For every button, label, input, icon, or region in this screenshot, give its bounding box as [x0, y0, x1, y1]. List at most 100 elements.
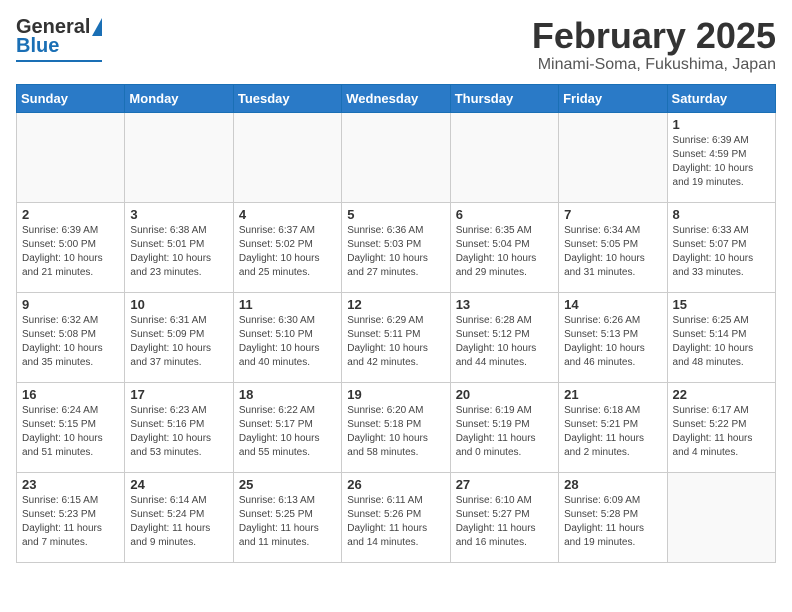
- calendar-cell: 15 Sunrise: 6:25 AM Sunset: 5:14 PM Dayli…: [667, 292, 775, 382]
- calendar-table: SundayMondayTuesdayWednesdayThursdayFrid…: [16, 84, 776, 563]
- weekday-header-row: SundayMondayTuesdayWednesdayThursdayFrid…: [17, 84, 776, 112]
- weekday-header-saturday: Saturday: [667, 84, 775, 112]
- day-number: 10: [130, 297, 227, 312]
- day-info: Sunrise: 6:34 AM Sunset: 5:05 PM Dayligh…: [564, 224, 661, 280]
- calendar-cell: 3 Sunrise: 6:38 AM Sunset: 5:01 PM Daylig…: [125, 202, 233, 292]
- week-row-1: 1Sunrise: 6:39 AM Sunset: 4:59 PM Daylig…: [17, 112, 776, 202]
- logo-underline: [16, 60, 102, 62]
- calendar-cell: [125, 112, 233, 202]
- calendar-cell: [17, 112, 125, 202]
- day-info: Sunrise: 6:11 AM Sunset: 5:26 PM Dayligh…: [347, 494, 444, 550]
- day-number: 23: [22, 477, 119, 492]
- calendar-cell: 25 Sunrise: 6:13 AM Sunset: 5:25 PM Dayli…: [233, 472, 341, 562]
- calendar-cell: 27 Sunrise: 6:10 AM Sunset: 5:27 PM Dayli…: [450, 472, 558, 562]
- calendar-cell: 23Sunrise: 6:15 AM Sunset: 5:23 PM Dayli…: [17, 472, 125, 562]
- day-number: 4: [239, 207, 336, 222]
- weekday-header-wednesday: Wednesday: [342, 84, 450, 112]
- day-info: Sunrise: 6:39 AM Sunset: 5:00 PM Dayligh…: [22, 224, 119, 280]
- calendar-cell: 12 Sunrise: 6:29 AM Sunset: 5:11 PM Dayli…: [342, 292, 450, 382]
- calendar-cell: 1Sunrise: 6:39 AM Sunset: 4:59 PM Daylig…: [667, 112, 775, 202]
- calendar-cell: 22 Sunrise: 6:17 AM Sunset: 5:22 PM Dayli…: [667, 382, 775, 472]
- month-title: February 2025: [532, 16, 776, 56]
- calendar-cell: 11Sunrise: 6:30 AM Sunset: 5:10 PM Dayli…: [233, 292, 341, 382]
- day-number: 27: [456, 477, 553, 492]
- day-number: 17: [130, 387, 227, 402]
- location-title: Minami-Soma, Fukushima, Japan: [532, 56, 776, 74]
- calendar-cell: 24Sunrise: 6:14 AM Sunset: 5:24 PM Dayli…: [125, 472, 233, 562]
- day-info: Sunrise: 6:24 AM Sunset: 5:15 PM Dayligh…: [22, 404, 119, 460]
- day-info: Sunrise: 6:10 AM Sunset: 5:27 PM Dayligh…: [456, 494, 553, 550]
- calendar-cell: 14 Sunrise: 6:26 AM Sunset: 5:13 PM Dayli…: [559, 292, 667, 382]
- day-info: Sunrise: 6:23 AM Sunset: 5:16 PM Dayligh…: [130, 404, 227, 460]
- day-number: 3: [130, 207, 227, 222]
- calendar-cell: 28 Sunrise: 6:09 AM Sunset: 5:28 PM Dayli…: [559, 472, 667, 562]
- day-number: 6: [456, 207, 553, 222]
- day-info: Sunrise: 6:13 AM Sunset: 5:25 PM Dayligh…: [239, 494, 336, 550]
- calendar-cell: 5 Sunrise: 6:36 AM Sunset: 5:03 PM Daylig…: [342, 202, 450, 292]
- day-info: Sunrise: 6:33 AM Sunset: 5:07 PM Dayligh…: [673, 224, 770, 280]
- page-header: General Blue February 2025 Minami-Soma, …: [16, 16, 776, 74]
- calendar-cell: 2 Sunrise: 6:39 AM Sunset: 5:00 PM Daylig…: [17, 202, 125, 292]
- logo: General Blue: [16, 16, 102, 62]
- week-row-4: 16 Sunrise: 6:24 AM Sunset: 5:15 PM Dayli…: [17, 382, 776, 472]
- day-info: Sunrise: 6:28 AM Sunset: 5:12 PM Dayligh…: [456, 314, 553, 370]
- calendar-cell: 7 Sunrise: 6:34 AM Sunset: 5:05 PM Daylig…: [559, 202, 667, 292]
- day-info: Sunrise: 6:30 AM Sunset: 5:10 PM Dayligh…: [239, 314, 336, 370]
- day-number: 5: [347, 207, 444, 222]
- day-number: 28: [564, 477, 661, 492]
- day-number: 12: [347, 297, 444, 312]
- calendar-cell: 21 Sunrise: 6:18 AM Sunset: 5:21 PM Dayli…: [559, 382, 667, 472]
- calendar-cell: 10 Sunrise: 6:31 AM Sunset: 5:09 PM Dayli…: [125, 292, 233, 382]
- day-info: Sunrise: 6:20 AM Sunset: 5:18 PM Dayligh…: [347, 404, 444, 460]
- day-info: Sunrise: 6:37 AM Sunset: 5:02 PM Dayligh…: [239, 224, 336, 280]
- calendar-cell: 4 Sunrise: 6:37 AM Sunset: 5:02 PM Daylig…: [233, 202, 341, 292]
- day-number: 2: [22, 207, 119, 222]
- day-number: 9: [22, 297, 119, 312]
- weekday-header-sunday: Sunday: [17, 84, 125, 112]
- week-row-5: 23Sunrise: 6:15 AM Sunset: 5:23 PM Dayli…: [17, 472, 776, 562]
- day-info: Sunrise: 6:19 AM Sunset: 5:19 PM Dayligh…: [456, 404, 553, 460]
- weekday-header-friday: Friday: [559, 84, 667, 112]
- day-number: 19: [347, 387, 444, 402]
- day-number: 18: [239, 387, 336, 402]
- day-number: 22: [673, 387, 770, 402]
- calendar-cell: 16 Sunrise: 6:24 AM Sunset: 5:15 PM Dayli…: [17, 382, 125, 472]
- logo-blue-text: Blue: [16, 35, 59, 58]
- week-row-3: 9 Sunrise: 6:32 AM Sunset: 5:08 PM Daylig…: [17, 292, 776, 382]
- day-number: 15: [673, 297, 770, 312]
- day-info: Sunrise: 6:17 AM Sunset: 5:22 PM Dayligh…: [673, 404, 770, 460]
- calendar-cell: 17 Sunrise: 6:23 AM Sunset: 5:16 PM Dayli…: [125, 382, 233, 472]
- title-block: February 2025 Minami-Soma, Fukushima, Ja…: [532, 16, 776, 74]
- day-info: Sunrise: 6:38 AM Sunset: 5:01 PM Dayligh…: [130, 224, 227, 280]
- day-info: Sunrise: 6:26 AM Sunset: 5:13 PM Dayligh…: [564, 314, 661, 370]
- day-info: Sunrise: 6:25 AM Sunset: 5:14 PM Dayligh…: [673, 314, 770, 370]
- day-info: Sunrise: 6:32 AM Sunset: 5:08 PM Dayligh…: [22, 314, 119, 370]
- day-number: 21: [564, 387, 661, 402]
- calendar-cell: [450, 112, 558, 202]
- day-info: Sunrise: 6:31 AM Sunset: 5:09 PM Dayligh…: [130, 314, 227, 370]
- calendar-cell: [342, 112, 450, 202]
- logo-triangle-icon: [92, 18, 102, 36]
- day-info: Sunrise: 6:22 AM Sunset: 5:17 PM Dayligh…: [239, 404, 336, 460]
- day-number: 16: [22, 387, 119, 402]
- day-number: 13: [456, 297, 553, 312]
- day-info: Sunrise: 6:18 AM Sunset: 5:21 PM Dayligh…: [564, 404, 661, 460]
- calendar-cell: 8 Sunrise: 6:33 AM Sunset: 5:07 PM Daylig…: [667, 202, 775, 292]
- day-number: 14: [564, 297, 661, 312]
- day-info: Sunrise: 6:39 AM Sunset: 4:59 PM Dayligh…: [673, 134, 770, 190]
- day-number: 20: [456, 387, 553, 402]
- day-info: Sunrise: 6:36 AM Sunset: 5:03 PM Dayligh…: [347, 224, 444, 280]
- day-info: Sunrise: 6:14 AM Sunset: 5:24 PM Dayligh…: [130, 494, 227, 550]
- calendar-cell: 19 Sunrise: 6:20 AM Sunset: 5:18 PM Dayli…: [342, 382, 450, 472]
- day-number: 8: [673, 207, 770, 222]
- day-number: 25: [239, 477, 336, 492]
- day-info: Sunrise: 6:29 AM Sunset: 5:11 PM Dayligh…: [347, 314, 444, 370]
- calendar-cell: 13 Sunrise: 6:28 AM Sunset: 5:12 PM Dayli…: [450, 292, 558, 382]
- calendar-cell: [559, 112, 667, 202]
- weekday-header-monday: Monday: [125, 84, 233, 112]
- day-info: Sunrise: 6:09 AM Sunset: 5:28 PM Dayligh…: [564, 494, 661, 550]
- weekday-header-thursday: Thursday: [450, 84, 558, 112]
- calendar-cell: 6Sunrise: 6:35 AM Sunset: 5:04 PM Daylig…: [450, 202, 558, 292]
- calendar-cell: [233, 112, 341, 202]
- day-number: 7: [564, 207, 661, 222]
